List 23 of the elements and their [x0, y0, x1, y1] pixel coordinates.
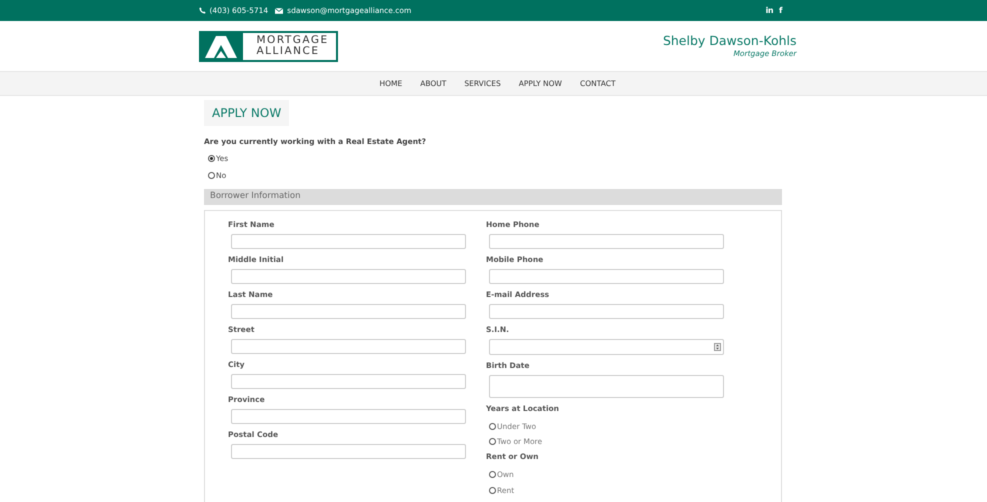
- page-title: APPLY NOW: [204, 100, 290, 126]
- logo[interactable]: MORTGAGE ALLIANCE: [198, 30, 338, 62]
- broker-name: Shelby Dawson-Kohls: [662, 32, 796, 48]
- facebook-link[interactable]: f: [779, 4, 782, 16]
- envelope-icon: [275, 8, 284, 14]
- section-header: Borrower Information: [204, 188, 782, 205]
- phone-icon: [198, 7, 206, 14]
- logo-text: MORTGAGE: [256, 35, 330, 46]
- input-field[interactable]: [231, 374, 466, 389]
- input-field[interactable]: [231, 304, 466, 319]
- input-field[interactable]: [489, 374, 724, 398]
- input-field[interactable]: [231, 268, 466, 284]
- input-field[interactable]: [489, 338, 724, 355]
- input-field[interactable]: [231, 408, 466, 424]
- linkedin-link[interactable]: in: [766, 4, 774, 16]
- input-field[interactable]: [231, 338, 466, 354]
- logo-text: ALLIANCE: [256, 46, 320, 57]
- input-field[interactable]: [231, 234, 466, 249]
- input-field[interactable]: [231, 444, 466, 459]
- input-field[interactable]: [489, 304, 724, 319]
- input-field[interactable]: [489, 234, 724, 249]
- spinner-icon[interactable]: [714, 342, 721, 351]
- input-field[interactable]: [489, 268, 724, 284]
